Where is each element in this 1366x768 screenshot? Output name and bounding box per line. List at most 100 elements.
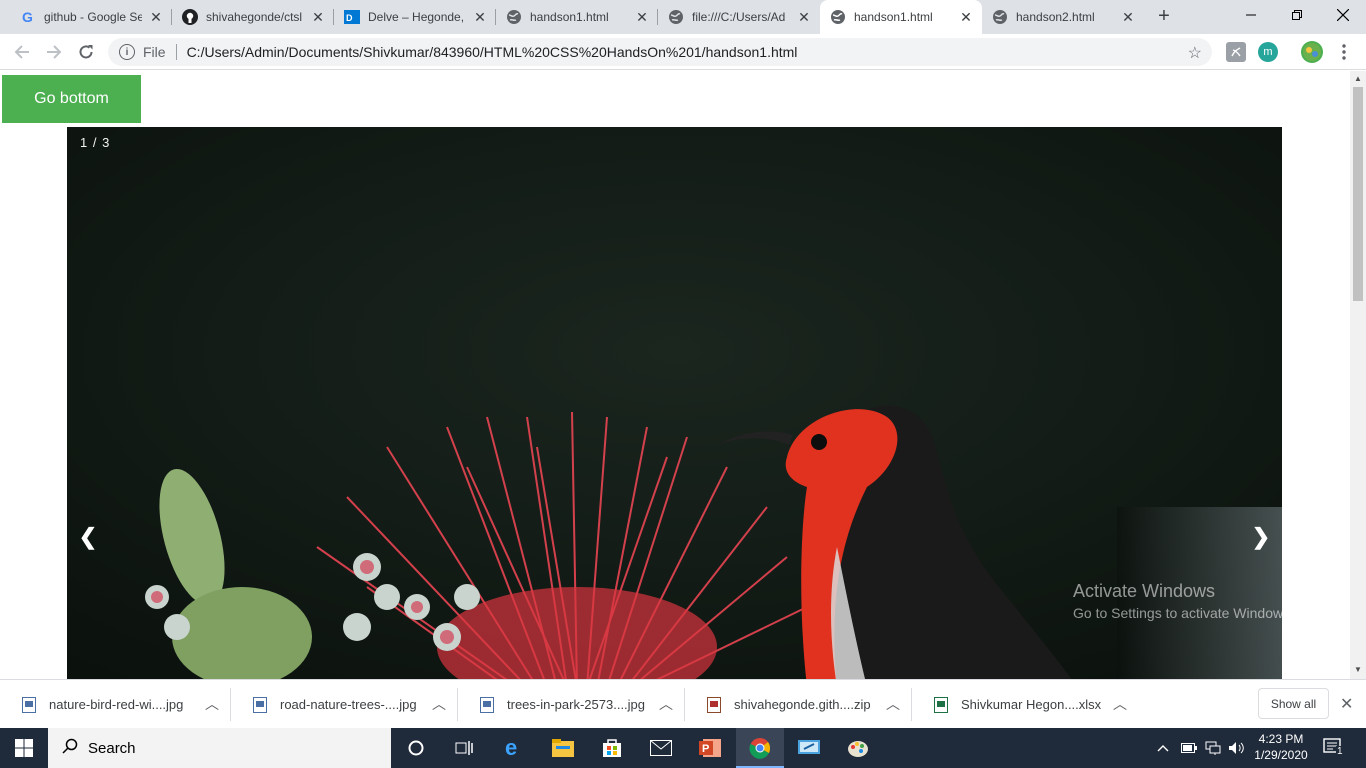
arrow-left-icon bbox=[14, 45, 29, 59]
scroll-down-icon[interactable]: ▼ bbox=[1353, 665, 1363, 675]
taskbar-search[interactable]: Search bbox=[48, 728, 391, 768]
volume-icon[interactable] bbox=[1228, 728, 1244, 768]
back-button[interactable] bbox=[10, 40, 34, 64]
download-shelf: nature-bird-red-wi....jpg ︿ road-nature-… bbox=[0, 679, 1366, 728]
next-slide-button[interactable]: ❯ bbox=[1246, 517, 1276, 557]
task-view-icon bbox=[455, 741, 473, 755]
show-all-button[interactable]: Show all bbox=[1258, 688, 1329, 719]
notification-count: 1 bbox=[1336, 746, 1344, 757]
new-tab-button[interactable]: + bbox=[1152, 5, 1176, 29]
tab-delve[interactable]: D Delve – Hegonde, ✕ bbox=[334, 0, 496, 34]
globe-icon bbox=[830, 9, 846, 25]
chevron-up-icon[interactable]: ︿ bbox=[432, 694, 446, 714]
tab-strip: G github - Google Se ✕ shivahegonde/ctsl… bbox=[0, 0, 1366, 34]
page-scrollbar[interactable]: ▲ ▼ bbox=[1350, 71, 1366, 679]
github-icon bbox=[182, 9, 198, 25]
close-icon[interactable]: ✕ bbox=[472, 9, 488, 25]
close-icon[interactable]: ✕ bbox=[310, 9, 326, 25]
search-placeholder: Search bbox=[88, 739, 136, 757]
clock-date: 1/29/2020 bbox=[1254, 748, 1308, 762]
chevron-up-icon bbox=[1157, 745, 1169, 752]
tab-handson1[interactable]: handson1.html ✕ bbox=[496, 0, 658, 34]
info-icon[interactable]: i bbox=[119, 44, 135, 60]
url-scheme: File bbox=[143, 44, 166, 60]
forward-button[interactable] bbox=[42, 40, 66, 64]
download-item[interactable]: trees-in-park-2573....jpg ︿ bbox=[458, 680, 685, 729]
google-icon: G bbox=[20, 9, 36, 25]
close-window-button[interactable] bbox=[1320, 0, 1366, 30]
mail-icon[interactable] bbox=[637, 728, 685, 768]
close-icon[interactable]: ✕ bbox=[796, 9, 812, 25]
go-bottom-button[interactable]: Go bottom bbox=[2, 75, 141, 123]
download-item[interactable]: nature-bird-red-wi....jpg ︿ bbox=[0, 680, 231, 729]
image-file-icon bbox=[253, 696, 267, 713]
menu-button[interactable] bbox=[1332, 40, 1356, 64]
chevron-up-icon[interactable]: ︿ bbox=[886, 694, 900, 714]
cortana-button[interactable] bbox=[392, 728, 440, 768]
close-icon[interactable]: ✕ bbox=[148, 9, 164, 25]
tab-handson2[interactable]: handson2.html ✕ bbox=[982, 0, 1144, 34]
svg-text:G: G bbox=[22, 9, 33, 25]
excel-file-icon bbox=[934, 696, 948, 713]
start-button[interactable] bbox=[0, 728, 48, 768]
download-filename: road-nature-trees-....jpg bbox=[280, 697, 417, 712]
close-icon[interactable]: ✕ bbox=[1340, 694, 1353, 714]
tab-handson1-active[interactable]: handson1.html ✕ bbox=[820, 0, 982, 34]
download-item[interactable]: Shivkumar Hegon....xlsx ︿ bbox=[912, 680, 1139, 729]
minimize-icon bbox=[1246, 14, 1256, 16]
chevron-up-icon[interactable]: ︿ bbox=[1113, 694, 1127, 714]
download-item[interactable]: road-nature-trees-....jpg ︿ bbox=[231, 680, 458, 729]
tab-file-url[interactable]: file:///C:/Users/Ad ✕ bbox=[658, 0, 820, 34]
reload-icon bbox=[79, 45, 93, 59]
notifications-button[interactable]: 1 bbox=[1322, 736, 1344, 758]
restore-button[interactable] bbox=[1274, 0, 1320, 30]
reload-button[interactable] bbox=[74, 40, 98, 64]
svg-text:P: P bbox=[702, 743, 709, 755]
paint-icon[interactable] bbox=[834, 728, 882, 768]
download-item[interactable]: shivahegonde.gith....zip ︿ bbox=[685, 680, 912, 729]
pdf-extension-icon[interactable] bbox=[1226, 42, 1246, 62]
browser-toolbar: i File C:/Users/Admin/Documents/Shivkuma… bbox=[0, 34, 1366, 70]
windows-logo-icon bbox=[15, 739, 33, 757]
chevron-up-icon[interactable]: ︿ bbox=[659, 694, 673, 714]
network-icon[interactable] bbox=[1205, 728, 1221, 768]
image-file-icon bbox=[480, 696, 494, 713]
globe-icon bbox=[506, 9, 522, 25]
cortana-icon bbox=[408, 740, 424, 756]
bookmark-star-icon[interactable]: ☆ bbox=[1188, 43, 1202, 63]
search-icon bbox=[62, 738, 78, 759]
taskbar-clock[interactable]: 4:23 PM 1/29/2020 bbox=[1248, 731, 1314, 763]
file-explorer-icon[interactable] bbox=[539, 728, 587, 768]
close-icon[interactable]: ✕ bbox=[958, 9, 974, 25]
chevron-up-icon[interactable]: ︿ bbox=[205, 694, 219, 714]
chrome-taskbar-icon[interactable] bbox=[736, 728, 784, 768]
tab-title: github - Google Se bbox=[44, 10, 142, 24]
edge-taskbar-icon[interactable]: e bbox=[490, 728, 538, 768]
url-text[interactable]: C:/Users/Admin/Documents/Shivkumar/84396… bbox=[187, 44, 798, 60]
download-filename: trees-in-park-2573....jpg bbox=[507, 697, 646, 712]
download-filename: Shivkumar Hegon....xlsx bbox=[961, 697, 1102, 712]
powerpoint-icon[interactable]: P bbox=[686, 728, 734, 768]
store-icon[interactable] bbox=[588, 728, 636, 768]
close-icon[interactable]: ✕ bbox=[634, 9, 650, 25]
close-window-icon bbox=[1337, 9, 1349, 21]
close-icon[interactable]: ✕ bbox=[1120, 9, 1136, 25]
scroll-up-icon[interactable]: ▲ bbox=[1353, 74, 1363, 84]
windows-taskbar: Search e P 4:23 PM 1/29/2020 1 bbox=[0, 728, 1366, 768]
scrollbar-thumb[interactable] bbox=[1353, 87, 1363, 301]
profile-avatar[interactable] bbox=[1301, 41, 1323, 63]
prev-slide-button[interactable]: ❮ bbox=[73, 517, 103, 557]
arrow-right-icon bbox=[47, 45, 62, 59]
address-bar[interactable]: i File C:/Users/Admin/Documents/Shivkuma… bbox=[108, 38, 1212, 66]
minimize-button[interactable] bbox=[1228, 0, 1274, 30]
battery-icon[interactable] bbox=[1181, 728, 1197, 768]
download-filename: nature-bird-red-wi....jpg bbox=[49, 697, 184, 712]
task-view-button[interactable] bbox=[440, 728, 488, 768]
tab-google-search[interactable]: G github - Google Se ✕ bbox=[10, 0, 172, 34]
remote-desktop-icon[interactable] bbox=[785, 728, 833, 768]
show-hidden-icons-button[interactable] bbox=[1157, 728, 1169, 768]
activate-windows-watermark: Activate Windows bbox=[1073, 581, 1216, 601]
tab-github[interactable]: shivahegonde/ctsl ✕ bbox=[172, 0, 334, 34]
svg-text:D: D bbox=[346, 13, 353, 23]
m-extension-icon[interactable]: m bbox=[1258, 42, 1278, 62]
